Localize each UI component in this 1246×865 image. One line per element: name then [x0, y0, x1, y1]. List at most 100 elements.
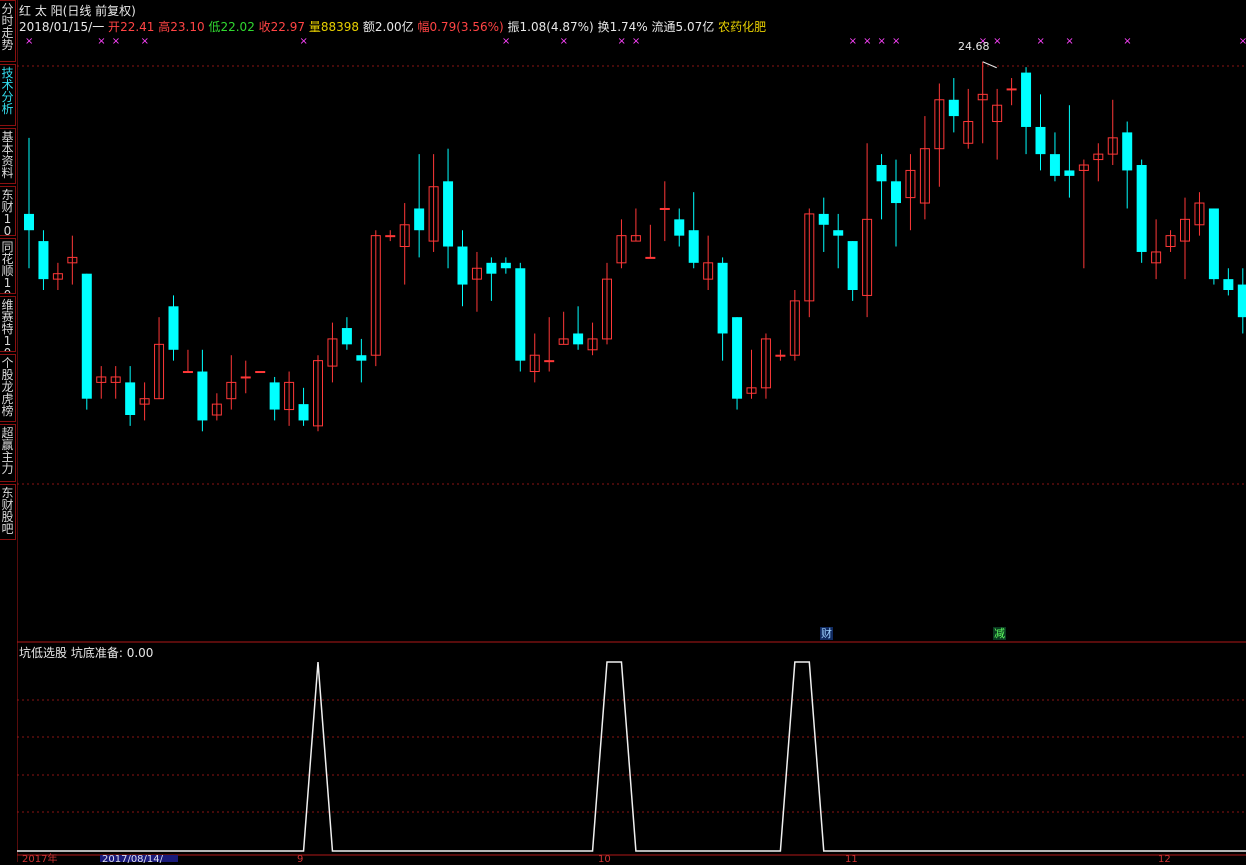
signal-x-marker: × [560, 36, 568, 47]
candle-body [891, 181, 901, 204]
candle-body [125, 382, 136, 415]
candle-body [24, 213, 34, 231]
sidebar-tab[interactable]: 超赢主力 [0, 424, 16, 482]
indicator-field-label: 坑底准备: [70, 646, 123, 660]
amplitude-value: 1.08(4.87%) [519, 20, 594, 34]
candle-body [486, 262, 497, 274]
change-value: 0.79(3.56%) [429, 20, 504, 34]
industry-label: 农药化肥 [718, 20, 767, 34]
badge-reduce[interactable]: 减 [993, 627, 1006, 640]
sidebar-tab[interactable]: 东财股吧 [0, 484, 16, 540]
month-label: 11 [845, 854, 858, 865]
open-value: 22.41 [120, 20, 155, 34]
signal-x-marker: × [1065, 36, 1073, 47]
sidebar: 分时走势技术分析基本资料东财10 同花顺10 维赛特10 个股龙虎榜超赢主力东财股吧 [0, 0, 17, 862]
close-value: 22.97 [270, 20, 306, 34]
signal-x-marker: × [141, 36, 149, 47]
year-label: 2017年 [22, 854, 58, 865]
candlesticks [24, 61, 1246, 432]
signal-x-marker: × [112, 36, 120, 47]
sidebar-tab[interactable]: 东财10 [0, 186, 16, 236]
sidebar-tab[interactable]: 个股龙虎榜 [0, 354, 16, 422]
volume-value: 88398 [320, 20, 360, 34]
candle-body [847, 241, 858, 290]
indicator-field-value: 0.00 [126, 646, 154, 660]
candle-body [833, 230, 844, 236]
signal-x-marker: × [632, 36, 640, 47]
candle-body [269, 382, 280, 410]
sidebar-tab[interactable]: 分时走势 [0, 0, 16, 62]
candle-body [544, 360, 555, 363]
candle-body [732, 317, 743, 399]
cursor-date: 2017/08/14/ [100, 855, 178, 865]
high-price-label: 24.68 [958, 40, 990, 53]
candle-body [197, 371, 208, 421]
sidebar-tab[interactable]: 维赛特10 [0, 296, 16, 352]
candle-body [573, 333, 584, 345]
signal-x-marker: × [300, 36, 308, 47]
indicator-lines [17, 661, 1246, 852]
candle-body [385, 235, 396, 238]
indicator-line [17, 661, 1246, 852]
candle-body [168, 306, 179, 350]
quote-date: 2018/01/15/一 [19, 20, 105, 34]
candle-body [1035, 126, 1046, 155]
signal-x-marker: × [993, 36, 1001, 47]
indicator-name[interactable]: 坑低选股 [19, 646, 67, 660]
month-label: 9 [297, 854, 304, 865]
candle-body [341, 328, 352, 345]
candle-body [443, 181, 454, 247]
candle-body [182, 371, 193, 374]
signal-x-marker: × [1037, 36, 1045, 47]
candle-body [240, 376, 251, 379]
signal-x-marker: × [878, 36, 886, 47]
high-value: 23.10 [170, 20, 205, 34]
chart-mode: (日线 前复权) [62, 4, 136, 18]
candle-body [1208, 208, 1219, 280]
signal-x-marker: × [25, 36, 33, 47]
candle-body [356, 355, 367, 361]
badge-finance[interactable]: 财 [820, 627, 833, 640]
candle-body [515, 268, 526, 361]
signal-x-marker: × [502, 36, 510, 47]
high-pointer [982, 61, 997, 69]
stock-header: 红 太 阳(日线 前复权) [19, 4, 136, 19]
candle-body [1237, 284, 1246, 318]
candle-body [948, 99, 959, 117]
candle-body [1006, 88, 1017, 91]
candle-body [876, 165, 887, 182]
float-value: 5.07亿 [675, 20, 715, 34]
turnover-value: 1.74% [609, 20, 648, 34]
quote-line: 2018/01/15/一 开22.41 高23.10 低22.02 收22.97… [19, 20, 767, 34]
signal-x-marker: × [1239, 36, 1246, 47]
stock-name: 红 太 阳 [19, 4, 63, 18]
candle-body [818, 213, 829, 225]
low-value: 22.02 [220, 20, 255, 34]
signal-markers: × × × × × × × × × × × × × × × × × × × [25, 36, 1246, 47]
sidebar-tab[interactable]: 同花顺10 [0, 238, 16, 294]
candle-body [81, 273, 92, 399]
month-label: 10 [598, 854, 611, 865]
signal-x-marker: × [863, 36, 871, 47]
candle-body [255, 371, 266, 374]
sidebar-tab[interactable]: 基本资料 [0, 128, 16, 184]
signal-x-marker: × [892, 36, 900, 47]
month-label: 12 [1158, 854, 1171, 865]
signal-x-marker: × [1123, 36, 1131, 47]
candle-body [717, 262, 728, 334]
candle-body [500, 262, 511, 269]
candle-body [645, 256, 656, 259]
candle-body [659, 207, 670, 210]
candle-body [1064, 170, 1075, 176]
candle-body [38, 241, 49, 280]
sidebar-tab[interactable]: 技术分析 [0, 64, 16, 126]
indicator-header: 坑低选股 坑底准备: 0.00 [19, 644, 153, 661]
candle-body [775, 354, 786, 357]
candle-body [457, 246, 468, 285]
signal-x-marker: × [97, 36, 105, 47]
signal-x-marker: × [849, 36, 857, 47]
signal-x-marker: × [617, 36, 625, 47]
kline-chart[interactable]: × × × × × × × × × × × × × × × × × × × [17, 0, 1246, 862]
candle-body [1122, 132, 1133, 171]
candle-body [1223, 279, 1234, 290]
